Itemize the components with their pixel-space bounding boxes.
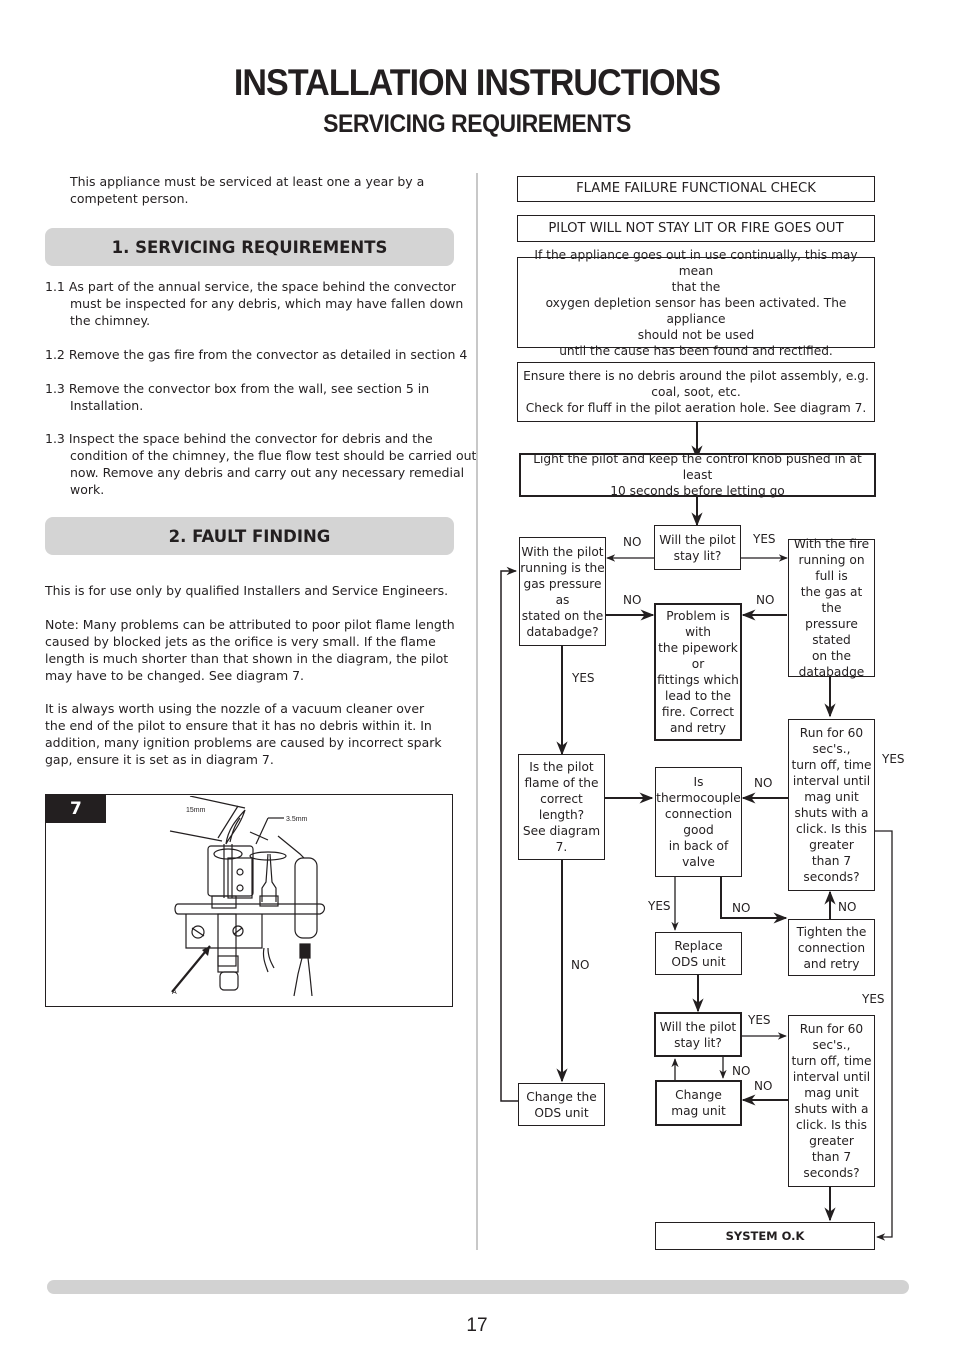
arrow-no-to-tighten xyxy=(720,871,788,924)
pilot-assembly-illustration: 15mm 3.5mm A xyxy=(169,796,326,997)
flowchart-run-60-seconds-1: Run for 60 sec's., turn off, time interv… xyxy=(788,719,875,891)
flowchart-light-pilot: Light the pilot and keep the control kno… xyxy=(519,452,876,498)
flowchart-replace-ods: Replace ODS unit xyxy=(655,932,742,975)
flowchart-run-60-seconds-2: Run for 60 sec's., turn off, time interv… xyxy=(788,1015,875,1187)
label-yes: YES xyxy=(882,752,905,766)
label-no: NO xyxy=(571,958,590,972)
flowchart-pilot-stay-lit-1: Will the pilot stay lit? xyxy=(654,525,741,570)
label-yes: YES xyxy=(572,671,595,685)
arrow-change-ods-loop xyxy=(500,566,518,1102)
footer-bar xyxy=(47,1280,909,1294)
flowchart-flame-length: Is the pilot flame of the correct length… xyxy=(518,754,605,860)
flowchart-tighten-connection: Tighten the connection and retry xyxy=(788,919,875,976)
pilot-block xyxy=(207,845,254,897)
diagram-number: 7 xyxy=(46,795,106,823)
label-no: NO xyxy=(623,593,642,607)
flowchart-change-ods-unit: Change the ODS unit xyxy=(518,1083,605,1126)
label-no: NO xyxy=(754,776,773,790)
list-item: 1.3 Remove the convector box from the wa… xyxy=(45,381,430,413)
spark-gap-label: 3.5mm xyxy=(286,816,308,823)
flowchart-problem: PILOT WILL NOT STAY LIT OR FIRE GOES OUT xyxy=(517,215,875,242)
label-no: NO xyxy=(732,1064,751,1078)
list-item: 1.2 Remove the gas fire from the convect… xyxy=(45,347,468,362)
label-no: NO xyxy=(623,535,642,549)
flowchart-pilot-stay-lit-2: Will the pilot stay lit? xyxy=(654,1012,742,1057)
page-subtitle: SERVICING REQUIREMENTS xyxy=(323,110,631,138)
section-heading-servicing: 1. SERVICING REQUIREMENTS xyxy=(45,228,454,266)
intro-text: This appliance must be serviced at least… xyxy=(70,174,425,206)
flowchart-pipework-problem: Problem is with the pipework or fittings… xyxy=(654,603,742,741)
page-number: 17 xyxy=(466,1315,488,1336)
label-no: NO xyxy=(756,593,775,607)
fault-paragraph: This is for use only by qualified Instal… xyxy=(45,583,449,598)
flowchart-gas-pressure-pilot: With the pilot running is the gas pressu… xyxy=(519,537,606,646)
page-title: INSTALLATION INSTRUCTIONS xyxy=(233,62,721,103)
pointer-arrow xyxy=(171,945,211,993)
flowchart-gas-pressure-fire: With the fire running on full is the gas… xyxy=(788,537,875,679)
flowchart-thermocouple: Is thermocouple connection good in back … xyxy=(655,767,742,877)
list-item: 1.1 As part of the annual service, the s… xyxy=(45,279,464,328)
label-yes: YES xyxy=(648,899,671,913)
flowchart-warning: If the appliance goes out in use continu… xyxy=(517,248,875,358)
flowchart-title: FLAME FAILURE FUNCTIONAL CHECK xyxy=(517,176,875,202)
dimension-line xyxy=(169,830,223,842)
label-yes: YES xyxy=(753,532,776,546)
electrode-body xyxy=(294,857,318,939)
flowchart-system-ok: SYSTEM O.K xyxy=(655,1222,875,1250)
section-heading-fault-finding: 2. FAULT FINDING xyxy=(45,517,454,555)
part-a-label: A xyxy=(172,989,177,996)
arrow-yes-to-system-ok xyxy=(874,830,893,1241)
mounting-bracket xyxy=(174,903,326,915)
flowchart-change-mag-unit: Change mag unit xyxy=(655,1080,742,1126)
fault-paragraph: It is always worth using the nozzle of a… xyxy=(45,701,442,767)
flowchart-debris-check: Ensure there is no debris around the pil… xyxy=(517,362,875,422)
label-yes: YES xyxy=(862,992,885,1006)
label-yes: YES xyxy=(748,1013,771,1027)
label-no: NO xyxy=(732,901,751,915)
fault-paragraph: Note: Many problems can be attributed to… xyxy=(45,617,455,683)
flame-length-label: 15mm xyxy=(186,807,206,814)
list-item: 1.3 Inspect the space behind the convect… xyxy=(45,431,477,497)
label-no: NO xyxy=(754,1079,773,1093)
column-divider xyxy=(476,173,478,1250)
label-no: NO xyxy=(838,900,857,914)
